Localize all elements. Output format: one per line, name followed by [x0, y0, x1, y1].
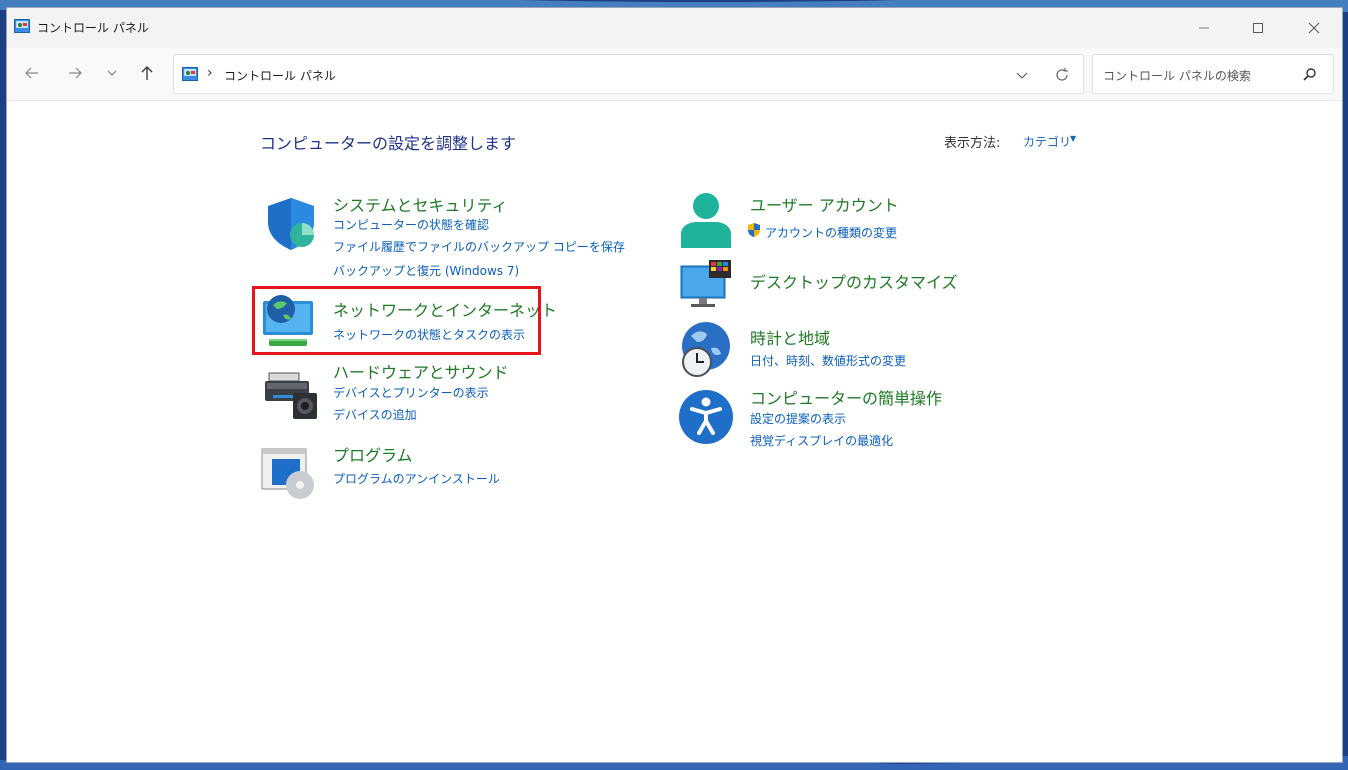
arrow-up-icon — [141, 66, 153, 80]
maximize-icon — [1253, 23, 1263, 33]
breadcrumb-control-panel[interactable]: コントロール パネル — [224, 67, 336, 84]
link-backup-restore[interactable]: バックアップと復元 (Windows 7) — [333, 262, 519, 279]
link-change-account-type[interactable]: アカウントの種類の変更 — [765, 224, 897, 241]
search-icon[interactable] — [1301, 66, 1319, 84]
refresh-icon — [1056, 68, 1068, 81]
address-bar[interactable]: › コントロール パネル — [173, 54, 1084, 94]
chevron-down-icon — [1016, 72, 1028, 79]
link-check-computer-status[interactable]: コンピューターの状態を確認 — [333, 216, 489, 233]
window-title: コントロール パネル — [37, 21, 149, 35]
page-title: コンピューターの設定を調整します — [260, 134, 517, 153]
view-by-caret-icon[interactable]: ▼ — [1070, 134, 1076, 143]
title-bar: コントロール パネル — [7, 8, 1342, 48]
forward-button[interactable] — [65, 63, 85, 83]
link-add-device[interactable]: デバイスの追加 — [333, 406, 417, 423]
programs-icon[interactable] — [260, 445, 318, 503]
highlight-box — [252, 286, 541, 355]
breadcrumb-separator[interactable]: › — [207, 65, 213, 81]
navigation-bar: › コントロール パネル — [7, 48, 1342, 101]
recent-locations-button[interactable] — [102, 63, 122, 83]
minimize-icon — [1199, 27, 1209, 29]
up-button[interactable] — [137, 63, 157, 83]
close-icon — [1308, 22, 1320, 34]
refresh-button[interactable] — [1052, 65, 1072, 85]
link-devices-printers[interactable]: デバイスとプリンターの表示 — [333, 384, 489, 401]
minimize-button[interactable] — [1181, 8, 1227, 48]
shield-icon[interactable] — [262, 194, 320, 252]
accessibility-icon[interactable] — [677, 388, 735, 446]
user-account-icon[interactable] — [677, 190, 735, 248]
arrow-left-icon — [25, 67, 38, 79]
link-optimize-visual-display[interactable]: 視覚ディスプレイの最適化 — [750, 432, 893, 449]
address-dropdown-button[interactable] — [1012, 66, 1032, 84]
category-ease-of-access[interactable]: コンピューターの簡単操作 — [750, 385, 942, 409]
view-by-label: 表示方法: — [944, 136, 1001, 151]
category-hardware-sound[interactable]: ハードウェアとサウンド — [333, 359, 509, 383]
category-system-security[interactable]: システムとセキュリティ — [333, 192, 508, 216]
arrow-right-icon — [69, 67, 82, 79]
desktop-customize-icon[interactable] — [677, 258, 735, 316]
back-button[interactable] — [22, 63, 42, 83]
view-by-dropdown[interactable]: カテゴリ — [1023, 133, 1071, 150]
link-file-history-backup[interactable]: ファイル履歴でファイルのバックアップ コピーを保存 — [333, 238, 625, 255]
link-suggested-settings[interactable]: 設定の提案の表示 — [750, 410, 846, 427]
link-change-date-time-format[interactable]: 日付、時刻、数値形式の変更 — [750, 352, 906, 369]
close-button[interactable] — [1291, 8, 1337, 48]
control-panel-window: コントロール パネル › コントロール パネル コントロール パネルの検索 コン… — [6, 7, 1343, 763]
search-box[interactable] — [1092, 54, 1334, 94]
link-uninstall-program[interactable]: プログラムのアンインストール — [333, 470, 500, 487]
chevron-down-icon — [107, 70, 117, 76]
uac-shield-icon — [748, 223, 760, 237]
category-clock-region[interactable]: 時計と地域 — [750, 325, 830, 349]
control-panel-icon — [14, 19, 30, 33]
maximize-button[interactable] — [1235, 8, 1281, 48]
clock-globe-icon[interactable] — [677, 320, 735, 378]
category-programs[interactable]: プログラム — [333, 442, 413, 466]
control-panel-icon — [182, 67, 198, 81]
category-user-accounts[interactable]: ユーザー アカウント — [750, 192, 899, 216]
category-appearance[interactable]: デスクトップのカスタマイズ — [750, 269, 958, 293]
printer-speaker-icon[interactable] — [263, 365, 321, 423]
search-input[interactable] — [1101, 65, 1295, 87]
